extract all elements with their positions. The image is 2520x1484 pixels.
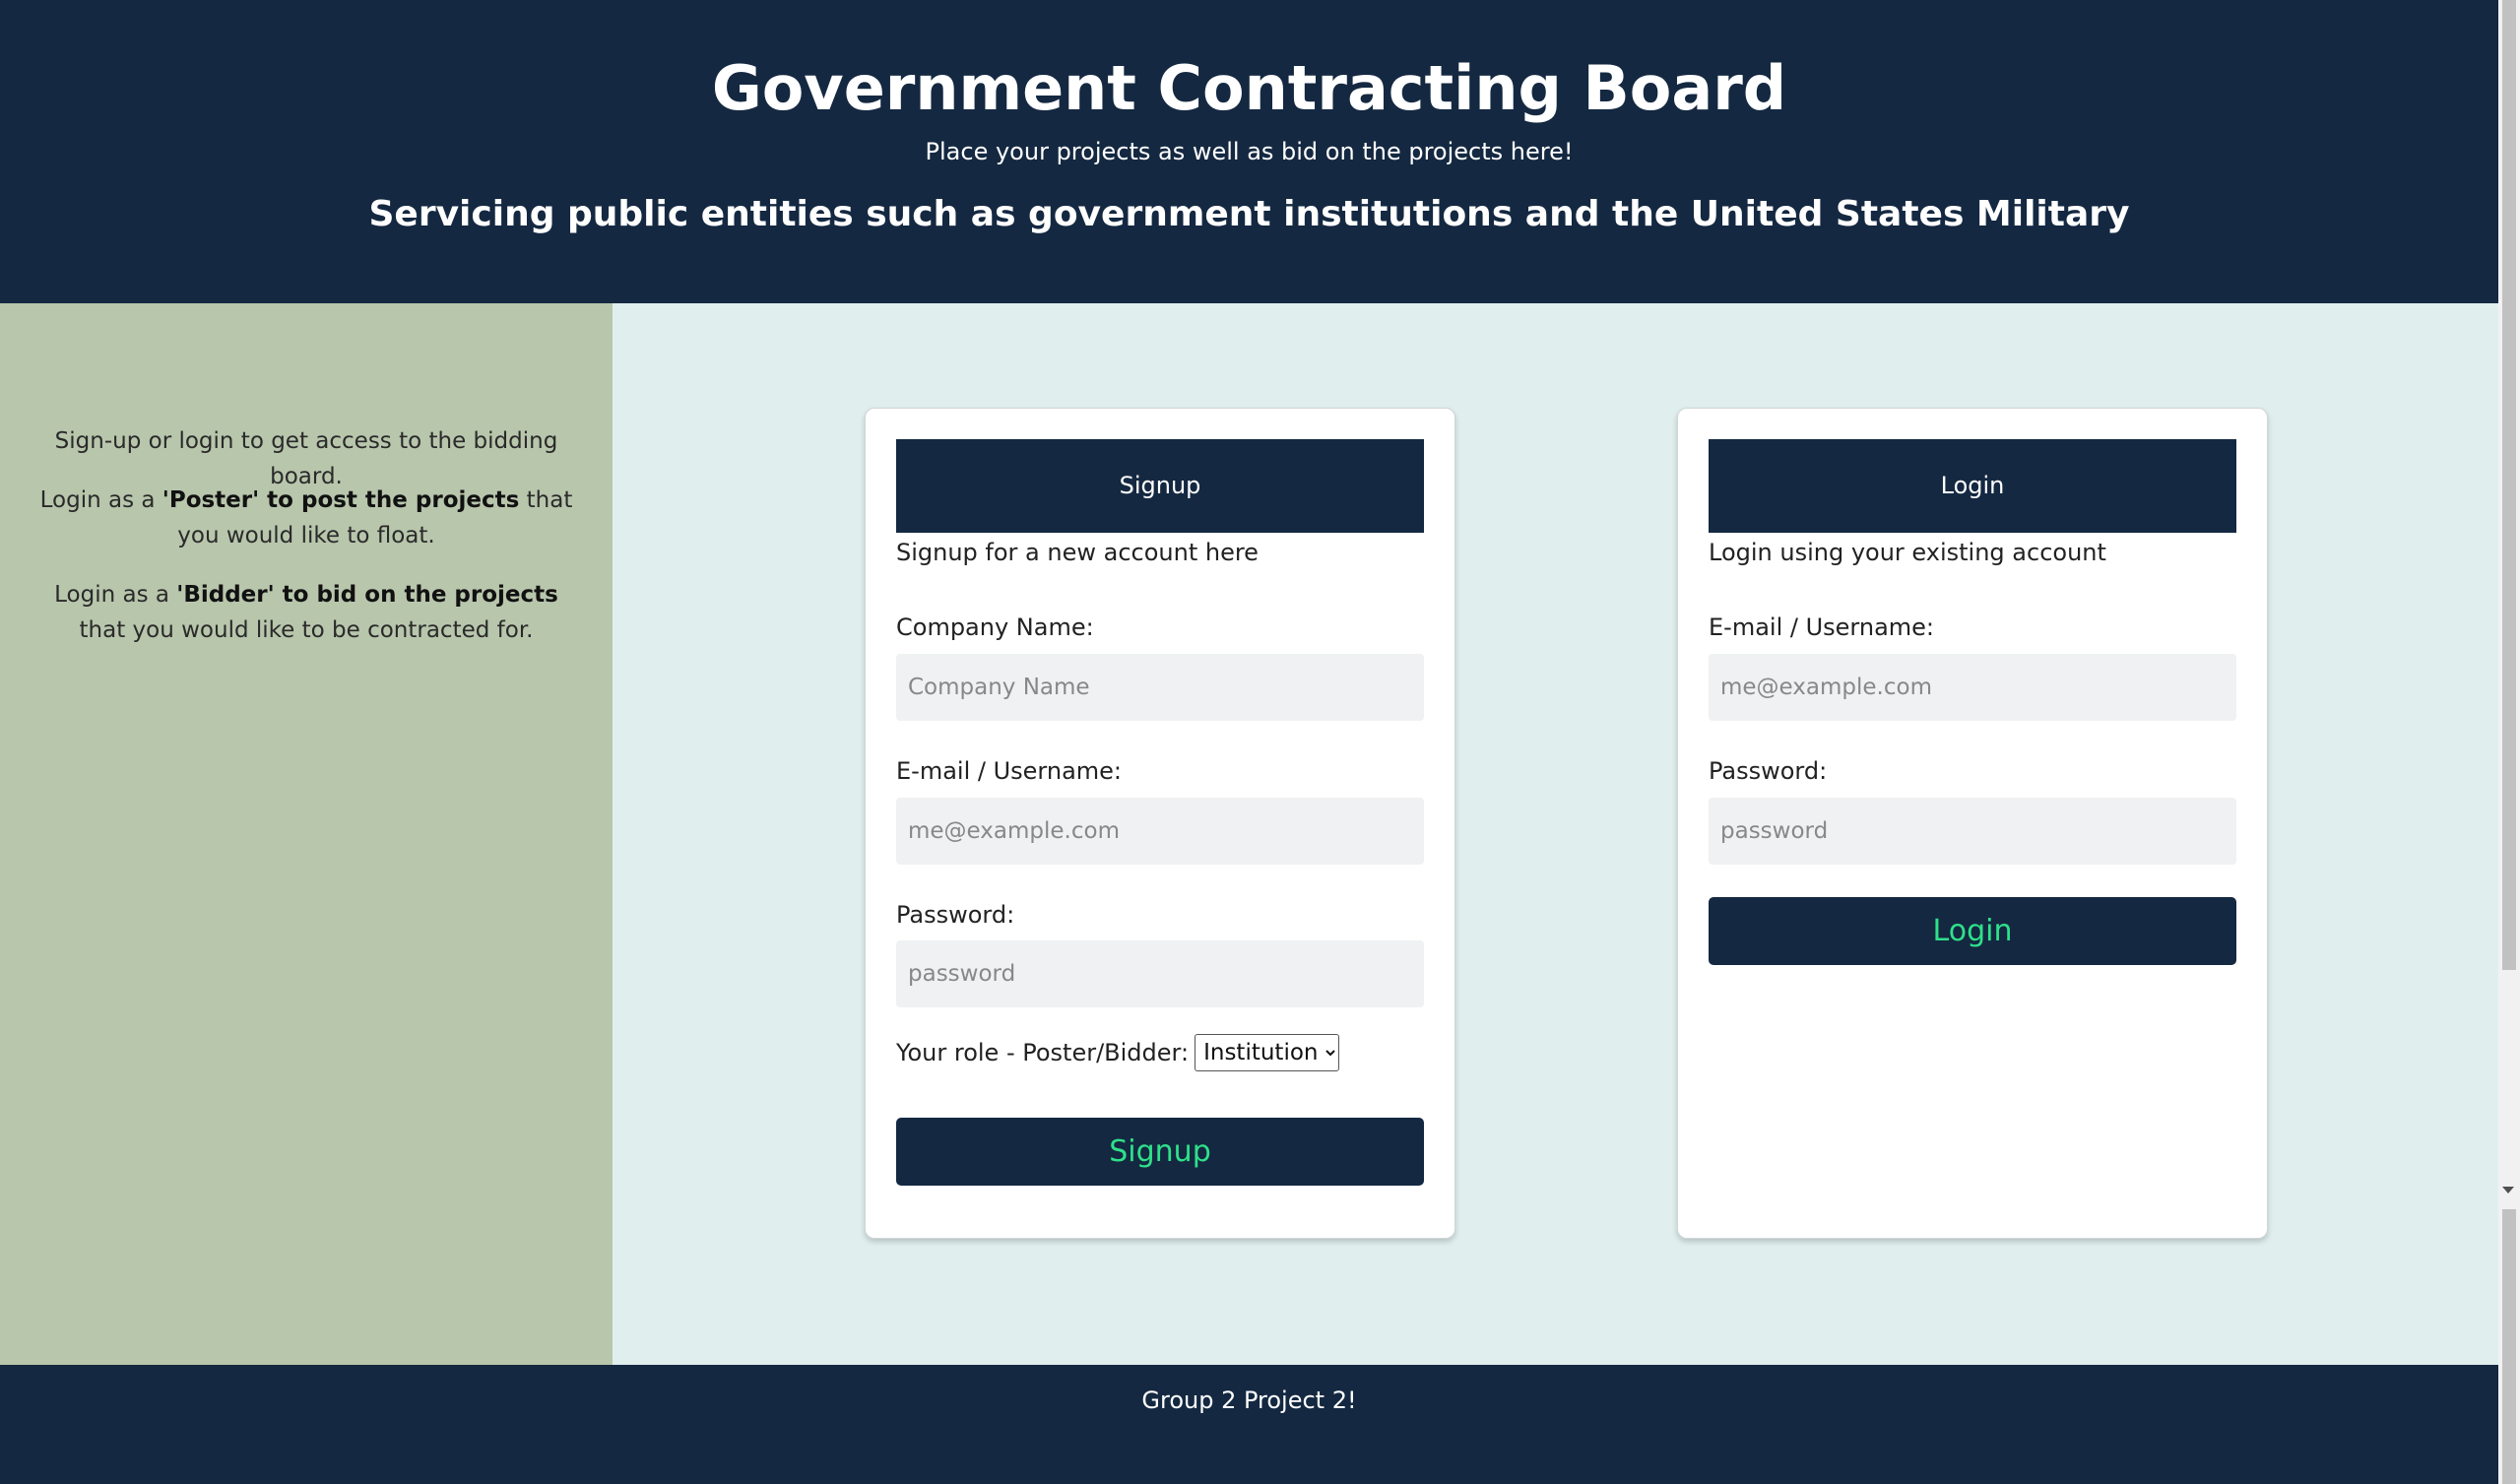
signup-email-label: E-mail / Username:: [896, 757, 1123, 785]
scrollbar-lower-track[interactable]: [2502, 1209, 2516, 1484]
signup-card-header: Signup: [896, 439, 1424, 533]
signup-email-input[interactable]: [896, 798, 1424, 865]
signup-description: Signup for a new account here: [896, 539, 1259, 566]
content-area: Government Contracting Board Place your …: [0, 0, 2498, 1484]
role-label: Your role - Poster/Bidder:: [896, 1039, 1190, 1066]
scroll-down-arrow-icon[interactable]: [2502, 1187, 2514, 1194]
signup-password-label: Password:: [896, 901, 1015, 929]
site-subheading: Servicing public entities such as govern…: [368, 194, 2130, 234]
login-description: Login using your existing account: [1709, 539, 2106, 566]
bidder-suffix: that you would like to be contracted for…: [79, 617, 534, 643]
site-title: Government Contracting Board: [711, 52, 1787, 124]
login-card-header: Login: [1709, 439, 2236, 533]
login-card: Login Login using your existing account …: [1677, 408, 2268, 1239]
site-footer: Group 2 Project 2!: [0, 1365, 2498, 1484]
login-password-input[interactable]: [1709, 798, 2236, 865]
sidebar-bidder-info: Login as a 'Bidder' to bid on the projec…: [30, 577, 583, 648]
sidebar-poster-info: Login as a 'Poster' to post the projects…: [30, 483, 583, 553]
poster-bold: 'Poster' to post the projects: [162, 487, 520, 513]
company-name-label: Company Name:: [896, 613, 1094, 641]
footer-text: Group 2 Project 2!: [1141, 1387, 1357, 1414]
site-tagline: Place your projects as well as bid on th…: [925, 138, 1574, 165]
scrollbar-thumb[interactable]: [2502, 0, 2516, 970]
bidder-bold: 'Bidder' to bid on the projects: [176, 582, 558, 608]
role-row: Your role - Poster/Bidder: Institution: [896, 1033, 1340, 1072]
login-password-label: Password:: [1709, 757, 1828, 785]
login-button[interactable]: Login: [1709, 897, 2236, 965]
signup-password-input[interactable]: [896, 940, 1424, 1007]
login-email-input[interactable]: [1709, 654, 2236, 721]
poster-prefix: Login as a: [39, 487, 162, 513]
login-email-label: E-mail / Username:: [1709, 613, 1935, 641]
role-select[interactable]: Institution: [1195, 1034, 1340, 1071]
signup-card: Signup Signup for a new account here Com…: [865, 408, 1455, 1239]
info-sidebar: Sign-up or login to get access to the bi…: [0, 303, 613, 1365]
page: Government Contracting Board Place your …: [0, 0, 2520, 1484]
signup-button[interactable]: Signup: [896, 1118, 1424, 1186]
bidder-prefix: Login as a: [54, 582, 177, 608]
site-header: Government Contracting Board Place your …: [0, 0, 2498, 303]
company-name-input[interactable]: [896, 654, 1424, 721]
vertical-scrollbar[interactable]: [2498, 0, 2520, 1484]
